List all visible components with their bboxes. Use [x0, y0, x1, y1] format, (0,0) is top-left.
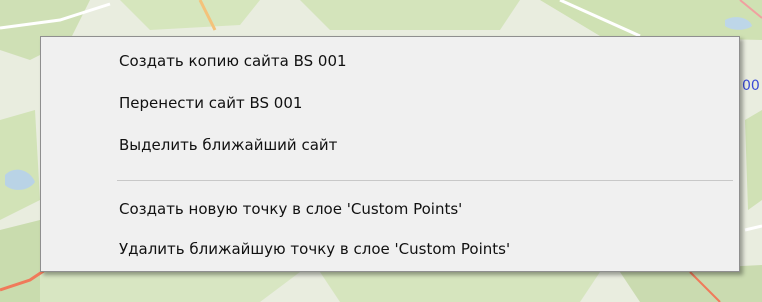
- menu-item-create-point[interactable]: Создать новую точку в слое 'Custom Point…: [43, 191, 737, 227]
- menu-item-copy-site[interactable]: Создать копию сайта BS 001: [43, 43, 737, 79]
- menu-item-select-nearest-site[interactable]: Выделить ближайший сайт: [43, 127, 737, 163]
- map-site-label: 00: [742, 78, 760, 94]
- context-menu: Создать копию сайта BS 001 Перенести сай…: [40, 36, 740, 272]
- menu-item-delete-nearest-point[interactable]: Удалить ближайшую точку в слое 'Custom P…: [43, 231, 737, 267]
- menu-item-move-site[interactable]: Перенести сайт BS 001: [43, 85, 737, 121]
- menu-separator: [117, 180, 733, 181]
